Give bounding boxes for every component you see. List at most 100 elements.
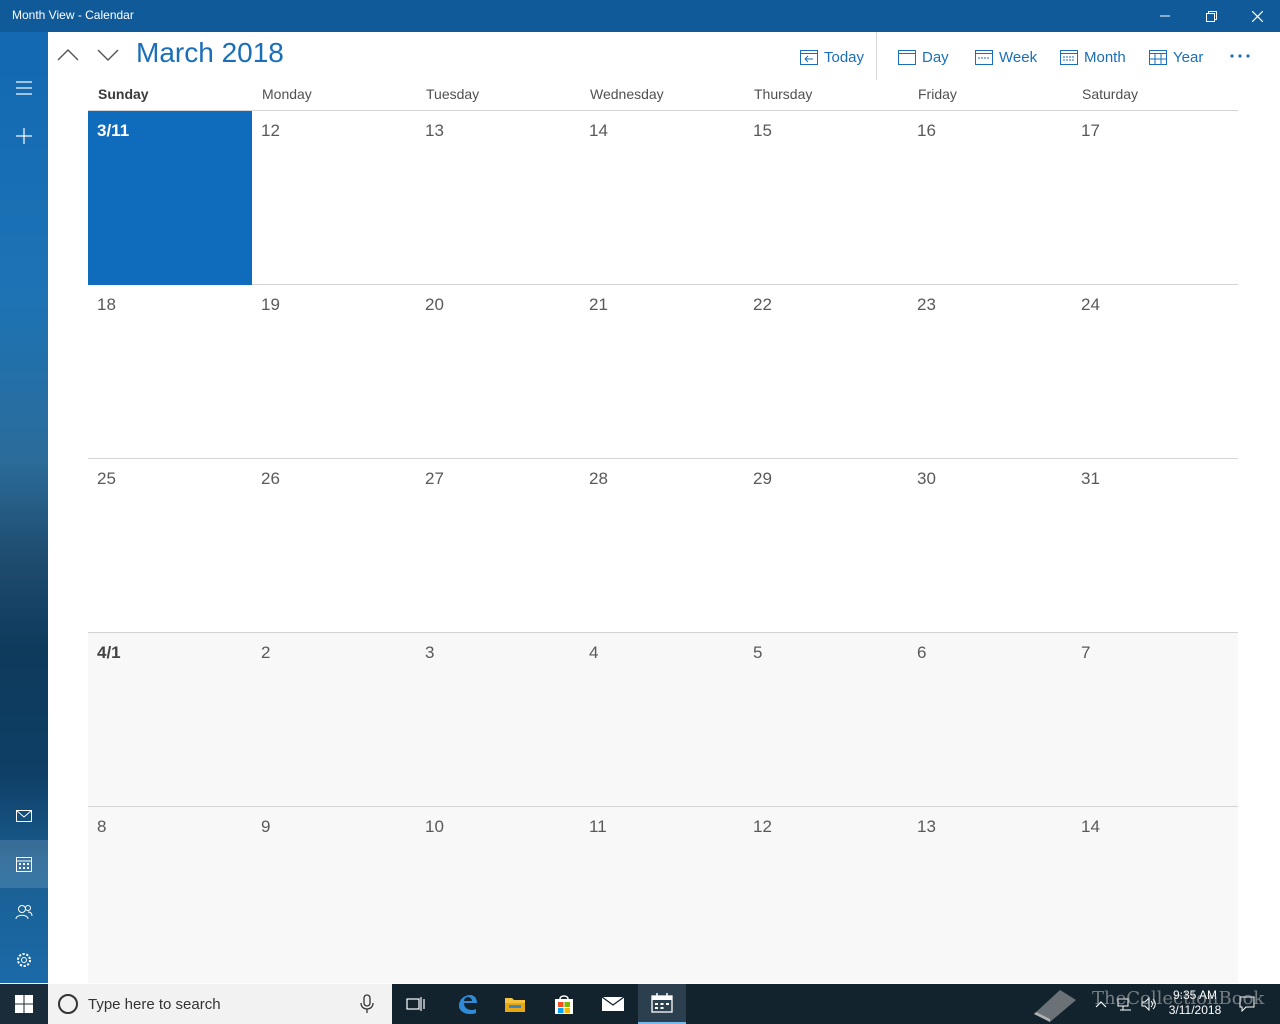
file-explorer-icon [505, 998, 525, 1012]
week-view-icon [975, 50, 993, 65]
day-cell[interactable]: 30 [908, 459, 1072, 633]
calendar-window: Month View - Calendar March 2018 Today D… [0, 0, 1280, 983]
edge-button[interactable] [443, 984, 491, 1024]
day-cell[interactable]: 11 [580, 807, 744, 981]
network-icon [1117, 998, 1131, 1011]
day-cell[interactable]: 12 [744, 807, 908, 981]
day-cell[interactable]: 23 [908, 285, 1072, 459]
day-cell[interactable]: 14 [580, 111, 744, 285]
windows-icon [15, 995, 33, 1013]
settings-button[interactable] [0, 936, 48, 984]
day-cell[interactable]: 8 [88, 807, 252, 981]
restore-icon [1205, 10, 1217, 22]
day-cell[interactable]: 4/1 [88, 633, 252, 807]
previous-month-button[interactable] [50, 40, 86, 70]
today-button[interactable]: Today [800, 44, 864, 70]
day-cell-today[interactable]: 3/11 [88, 111, 252, 285]
start-button[interactable] [0, 984, 48, 1024]
day-cell[interactable]: 3 [416, 633, 580, 807]
command-separator [876, 32, 877, 80]
day-cell[interactable]: 18 [88, 285, 252, 459]
action-center-button[interactable] [1234, 984, 1260, 1024]
day-number: 7 [1081, 643, 1091, 662]
day-cell[interactable]: 2 [252, 633, 416, 807]
day-cell[interactable]: 5 [744, 633, 908, 807]
month-view-button[interactable]: Month [1060, 44, 1126, 70]
show-hidden-icons-button[interactable] [1090, 984, 1112, 1024]
day-view-icon [898, 50, 916, 65]
taskbar: Type here to search 9:35 AM 3/11/2018 [0, 984, 1280, 1024]
day-cell[interactable]: 24 [1072, 285, 1238, 459]
day-cell[interactable]: 17 [1072, 111, 1238, 285]
file-explorer-button[interactable] [491, 984, 539, 1024]
task-view-button[interactable] [392, 984, 440, 1024]
next-month-button[interactable] [90, 40, 126, 70]
mail-taskbar-button[interactable] [589, 984, 637, 1024]
day-cell[interactable]: 4 [580, 633, 744, 807]
window-title: Month View - Calendar [12, 8, 134, 22]
day-number: 6 [917, 643, 927, 662]
day-cell[interactable]: 15 [744, 111, 908, 285]
day-cell[interactable]: 21 [580, 285, 744, 459]
more-options-button[interactable] [1224, 44, 1256, 68]
month-title[interactable]: March 2018 [136, 37, 284, 69]
people-app-button[interactable] [0, 888, 48, 936]
day-cell[interactable]: 25 [88, 459, 252, 633]
settings-icon [17, 953, 31, 967]
taskbar-clock[interactable]: 9:35 AM 3/11/2018 [1160, 988, 1230, 1018]
mail-app-button[interactable] [0, 792, 48, 840]
week-view-button[interactable]: Week [975, 44, 1037, 70]
day-number: 12 [753, 817, 772, 836]
day-cell[interactable]: 20 [416, 285, 580, 459]
day-cell[interactable]: 13 [416, 111, 580, 285]
restore-button[interactable] [1188, 0, 1234, 32]
weekday-label: Monday [262, 86, 312, 102]
day-cell[interactable]: 29 [744, 459, 908, 633]
day-cell[interactable]: 7 [1072, 633, 1238, 807]
day-cell[interactable]: 19 [252, 285, 416, 459]
edge-icon [459, 995, 477, 1014]
mic-icon[interactable] [360, 994, 374, 1014]
day-cell[interactable]: 26 [252, 459, 416, 633]
day-number: 14 [589, 121, 608, 140]
day-view-button[interactable]: Day [898, 44, 949, 70]
day-cell[interactable]: 13 [908, 807, 1072, 981]
day-cell[interactable]: 14 [1072, 807, 1238, 981]
calendar-taskbar-button[interactable] [638, 984, 686, 1024]
day-number: 23 [917, 295, 936, 314]
year-view-icon [1149, 50, 1167, 65]
volume-button[interactable] [1138, 984, 1160, 1024]
week-row: 3/11 12 13 14 15 16 17 [88, 111, 1238, 285]
day-cell[interactable]: 12 [252, 111, 416, 285]
day-number: 16 [917, 121, 936, 140]
clock-date: 3/11/2018 [1168, 1003, 1222, 1017]
network-button[interactable] [1114, 984, 1136, 1024]
plus-icon [16, 128, 32, 144]
day-number: 25 [97, 469, 116, 488]
day-number: 14 [1081, 817, 1100, 836]
calendar-app-button[interactable] [0, 840, 48, 888]
day-number: 27 [425, 469, 444, 488]
day-number: 3/11 [97, 121, 130, 140]
new-event-button[interactable] [0, 112, 48, 160]
close-icon [1251, 10, 1263, 22]
day-cell[interactable]: 6 [908, 633, 1072, 807]
day-cell[interactable]: 16 [908, 111, 1072, 285]
minimize-button[interactable] [1142, 0, 1188, 32]
taskbar-search-box[interactable]: Type here to search [48, 984, 392, 1024]
day-cell[interactable]: 10 [416, 807, 580, 981]
hamburger-button[interactable] [0, 64, 48, 112]
weekday-label: Saturday [1082, 86, 1139, 102]
store-button[interactable] [540, 984, 588, 1024]
notification-icon [1239, 996, 1255, 1012]
day-cell[interactable]: 31 [1072, 459, 1238, 633]
close-button[interactable] [1234, 0, 1280, 32]
day-cell[interactable]: 22 [744, 285, 908, 459]
day-cell[interactable]: 27 [416, 459, 580, 633]
day-cell[interactable]: 9 [252, 807, 416, 981]
day-cell[interactable]: 28 [580, 459, 744, 633]
week-row: 18 19 20 21 22 23 24 [88, 285, 1238, 459]
day-number: 28 [589, 469, 608, 488]
year-view-button[interactable]: Year [1149, 44, 1203, 70]
clock-time: 9:35 AM [1172, 988, 1218, 1002]
